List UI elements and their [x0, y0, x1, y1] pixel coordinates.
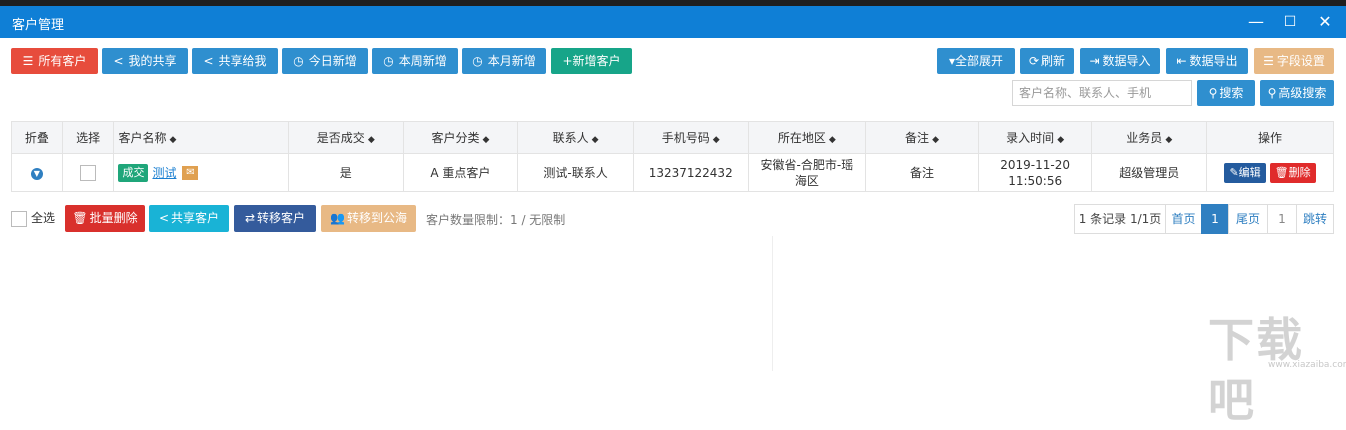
sort-icon[interactable]: ◆: [829, 135, 836, 145]
col-select: 选择: [61, 121, 115, 154]
jump-page-input[interactable]: 1: [1267, 204, 1297, 234]
deal-badge: 成交: [118, 163, 149, 182]
share-icon: <: [158, 211, 170, 225]
col-region[interactable]: 所在地区 ◆: [747, 121, 867, 154]
month-new-button[interactable]: ◷ 本月新增: [462, 48, 546, 74]
date-cell: 2019-11-20 11:50:56: [977, 153, 1093, 192]
chevron-down-icon[interactable]: ▼: [30, 168, 43, 180]
window-titlebar: 客户管理 — ☐ ✕: [0, 6, 1346, 38]
trash-icon: 🗑: [1274, 165, 1289, 179]
sort-icon[interactable]: ◆: [368, 135, 375, 145]
region-cell: 安徽省-合肥市-瑶 海区: [747, 153, 867, 192]
jump-button[interactable]: 跳转: [1296, 204, 1334, 234]
search-icon: ⚲: [1208, 86, 1218, 100]
col-deal[interactable]: 是否成交 ◆: [287, 121, 404, 154]
sort-icon[interactable]: ◆: [1057, 135, 1064, 145]
sort-icon[interactable]: ◆: [1165, 135, 1172, 145]
select-all[interactable]: 全选: [11, 209, 55, 227]
search-icon: ⚲: [1267, 86, 1277, 100]
deal-cell: 是: [287, 153, 404, 192]
add-customer-button[interactable]: +新增客户: [551, 48, 632, 74]
expand-all-button[interactable]: ▾全部展开: [937, 48, 1015, 74]
table-header-row: 折叠 选择 客户名称 ◆ 是否成交 ◆ 客户分类 ◆ 联系人 ◆ 手机号码 ◆ 所在地区 ◆…: [11, 121, 1334, 154]
edit-icon: ✎: [1229, 165, 1239, 179]
minimize-icon[interactable]: —: [1246, 12, 1266, 32]
contact-cell: 测试-联系人: [517, 153, 634, 192]
refresh-icon: ⟳: [1028, 54, 1040, 68]
search-button[interactable]: ⚲ 搜索: [1197, 80, 1255, 106]
col-customer-name[interactable]: 客户名称 ◆: [113, 121, 289, 154]
sort-icon[interactable]: ◆: [713, 135, 720, 145]
transfer-icon: ⇄: [244, 211, 256, 225]
sort-icon[interactable]: ◆: [169, 135, 176, 145]
sort-icon[interactable]: ◆: [482, 135, 489, 145]
all-customers-button[interactable]: ☰ 所有客户: [11, 48, 98, 74]
list-icon: ☰: [22, 54, 34, 68]
list-icon: ☰: [1263, 54, 1274, 68]
select-cell: [61, 153, 115, 192]
clock-icon: ◷: [472, 54, 483, 68]
actions-cell: ✎编辑 🗑删除: [1206, 153, 1334, 192]
maximize-icon[interactable]: ☐: [1280, 12, 1300, 32]
table-row: ▼ 成交 测试 ✉ 是 A 重点客户 测试-联系人 13237122432 安徽省-…: [11, 153, 1334, 192]
customer-name-cell: 成交 测试 ✉: [113, 153, 289, 192]
export-button[interactable]: ⇤ 数据导出: [1166, 48, 1248, 74]
fold-cell: ▼: [11, 153, 63, 192]
edit-button[interactable]: ✎编辑: [1224, 162, 1266, 183]
import-icon: ⇥: [1089, 54, 1100, 68]
move-to-public-button[interactable]: 👥 转移到公海: [321, 205, 416, 232]
window-title: 客户管理: [12, 18, 65, 33]
first-page-link[interactable]: 首页: [1165, 204, 1202, 234]
col-fold: 折叠: [11, 121, 63, 154]
field-settings-button[interactable]: ☰ 字段设置: [1254, 48, 1334, 74]
users-icon: 👥: [330, 211, 345, 225]
search-input[interactable]: [1012, 80, 1192, 106]
col-category[interactable]: 客户分类 ◆: [402, 121, 519, 154]
batch-delete-button[interactable]: 🗑 批量删除: [65, 205, 145, 232]
record-info: 1 条记录 1/1页: [1074, 204, 1166, 234]
customer-limit-text: 客户数量限制：1 / 无限制: [426, 213, 566, 227]
col-actions: 操作: [1206, 121, 1334, 154]
transfer-customer-button[interactable]: ⇄ 转移客户: [234, 205, 316, 232]
export-icon: ⇤: [1176, 54, 1187, 68]
my-share-button[interactable]: < 我的共享: [102, 48, 188, 74]
last-page-link[interactable]: 尾页: [1228, 204, 1268, 234]
watermark-url: www.xiazaiba.com: [1268, 360, 1346, 370]
col-contact[interactable]: 联系人 ◆: [517, 121, 634, 154]
share-customer-button[interactable]: < 共享客户: [149, 205, 229, 232]
col-remark[interactable]: 备注 ◆: [865, 121, 979, 154]
import-button[interactable]: ⇥ 数据导入: [1080, 48, 1160, 74]
share-icon: <: [203, 54, 214, 68]
row-checkbox[interactable]: [80, 164, 97, 181]
delete-button[interactable]: 🗑删除: [1269, 162, 1316, 183]
staff-cell: 超级管理员: [1091, 153, 1208, 192]
col-phone[interactable]: 手机号码 ◆: [632, 121, 749, 154]
advanced-search-button[interactable]: ⚲ 高级搜索: [1260, 80, 1334, 106]
clock-icon: ◷: [383, 54, 394, 68]
divider: [772, 236, 773, 371]
col-date[interactable]: 录入时间 ◆: [977, 121, 1093, 154]
week-new-button[interactable]: ◷ 本周新增: [372, 48, 458, 74]
today-new-button[interactable]: ◷ 今日新增: [282, 48, 368, 74]
category-cell: A 重点客户: [402, 153, 519, 192]
remark-cell: 备注: [865, 153, 979, 192]
sort-icon[interactable]: ◆: [932, 135, 939, 145]
mail-icon[interactable]: ✉: [182, 165, 199, 180]
current-page[interactable]: 1: [1201, 204, 1229, 234]
sort-icon[interactable]: ◆: [592, 135, 599, 145]
shared-to-me-button[interactable]: < 共享给我: [192, 48, 278, 74]
trash-icon: 🗑: [72, 211, 88, 225]
refresh-button[interactable]: ⟳ 刷新: [1020, 48, 1074, 74]
phone-cell: 13237122432: [632, 153, 749, 192]
clock-icon: ◷: [293, 54, 304, 68]
col-staff[interactable]: 业务员 ◆: [1091, 121, 1208, 154]
select-all-checkbox[interactable]: [11, 210, 27, 227]
share-icon: <: [113, 54, 124, 68]
close-icon[interactable]: ✕: [1315, 12, 1335, 32]
customer-table: 折叠 选择 客户名称 ◆ 是否成交 ◆ 客户分类 ◆ 联系人 ◆ 手机号码 ◆ 所在地区 ◆…: [11, 121, 1334, 192]
customer-name-link[interactable]: 测试: [152, 166, 176, 180]
